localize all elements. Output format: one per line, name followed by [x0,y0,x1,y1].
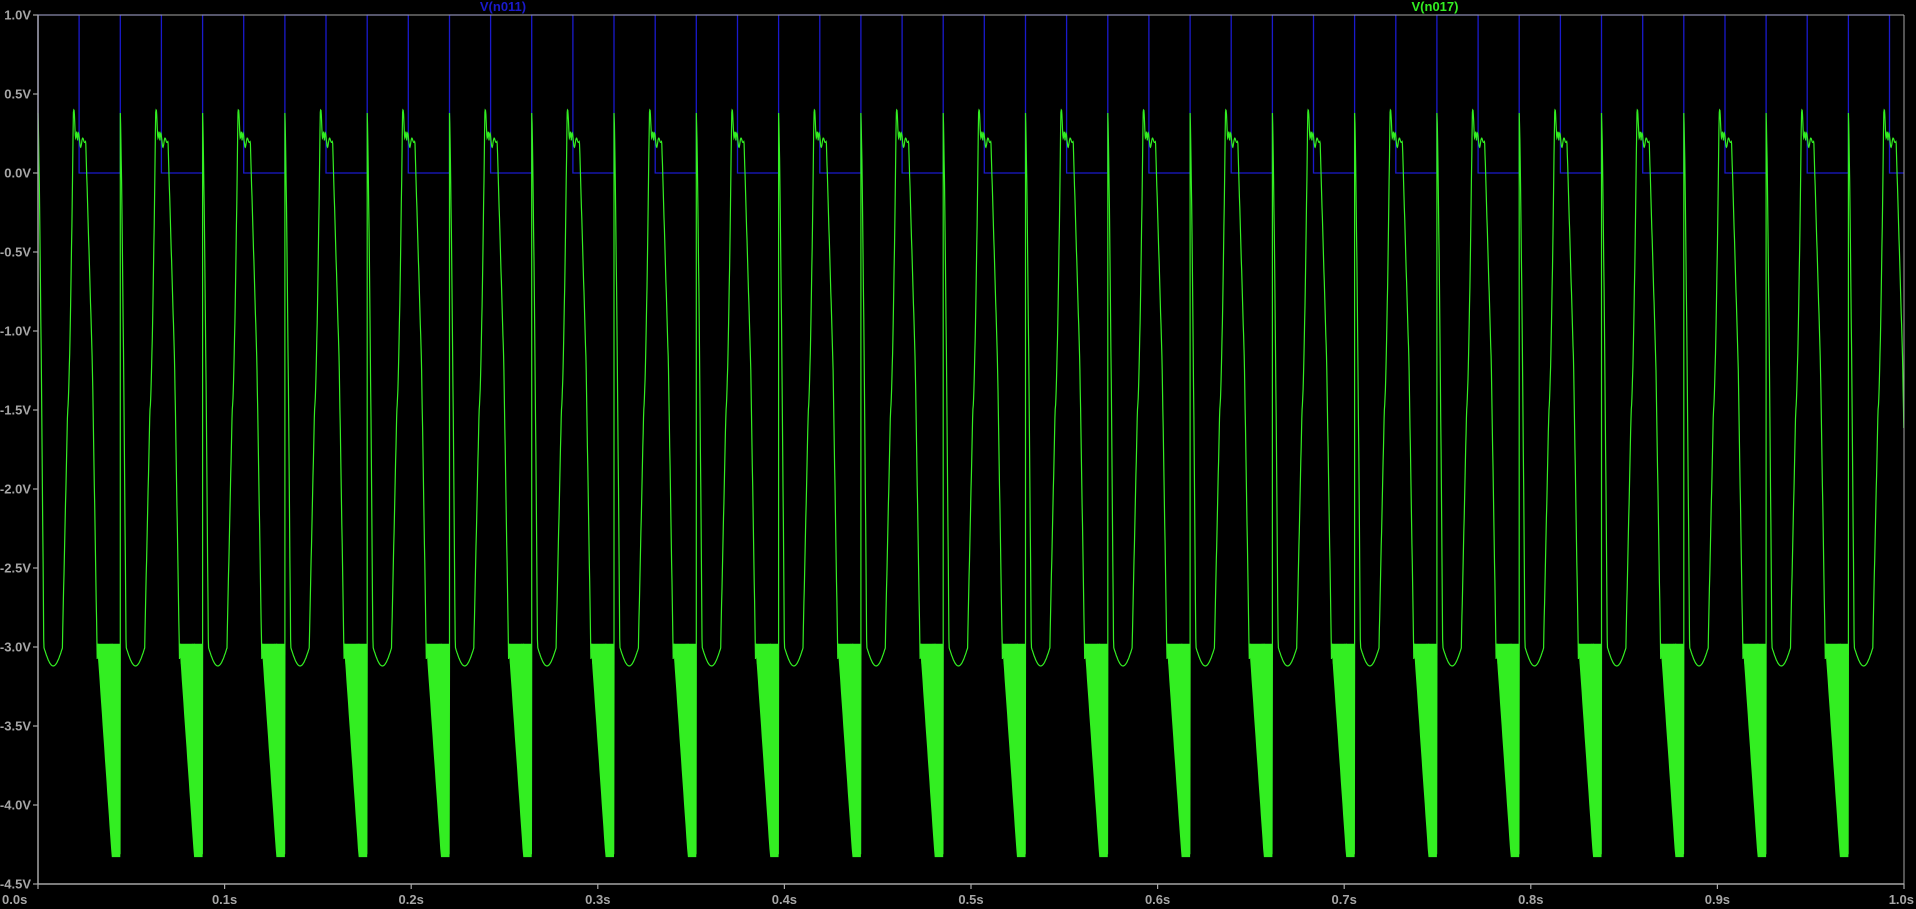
y-tick-label: -1.0V [0,324,31,339]
x-tick-label: 0.0s [2,892,27,907]
y-tick-label: -3.5V [0,719,31,734]
y-tick-label: 0.5V [4,87,31,102]
x-tick-label: 1.0s [1889,892,1914,907]
x-tick-label: 0.2s [399,892,424,907]
y-tick-label: -4.5V [0,877,31,892]
y-tick-label: 0.0V [4,166,31,181]
y-tick-label: -0.5V [0,245,31,260]
y-tick-label: -4.0V [0,798,31,813]
x-tick-label: 0.6s [1145,892,1170,907]
y-tick-label: -1.5V [0,403,31,418]
legend-label-vn011[interactable]: V(n011) [480,0,526,14]
y-tick-label: -2.0V [0,482,31,497]
x-tick-label: 0.3s [585,892,610,907]
x-tick-label: 0.5s [958,892,983,907]
y-tick-label: -2.5V [0,561,31,576]
x-tick-label: 0.8s [1518,892,1543,907]
plot-background [0,0,1916,909]
y-tick-label: -3.0V [0,640,31,655]
y-tick-label: 1.0V [4,8,31,23]
x-tick-label: 0.9s [1705,892,1730,907]
x-tick-label: 0.4s [772,892,797,907]
waveform-plot: 1.0V 0.5V 0.0V -0.5V -1.0V -1.5V -2.0V -2.5V -3.… [0,0,1916,909]
x-tick-label: 0.1s [212,892,237,907]
x-tick-label: 0.7s [1332,892,1357,907]
legend-label-vn017[interactable]: V(n017) [1412,0,1459,14]
